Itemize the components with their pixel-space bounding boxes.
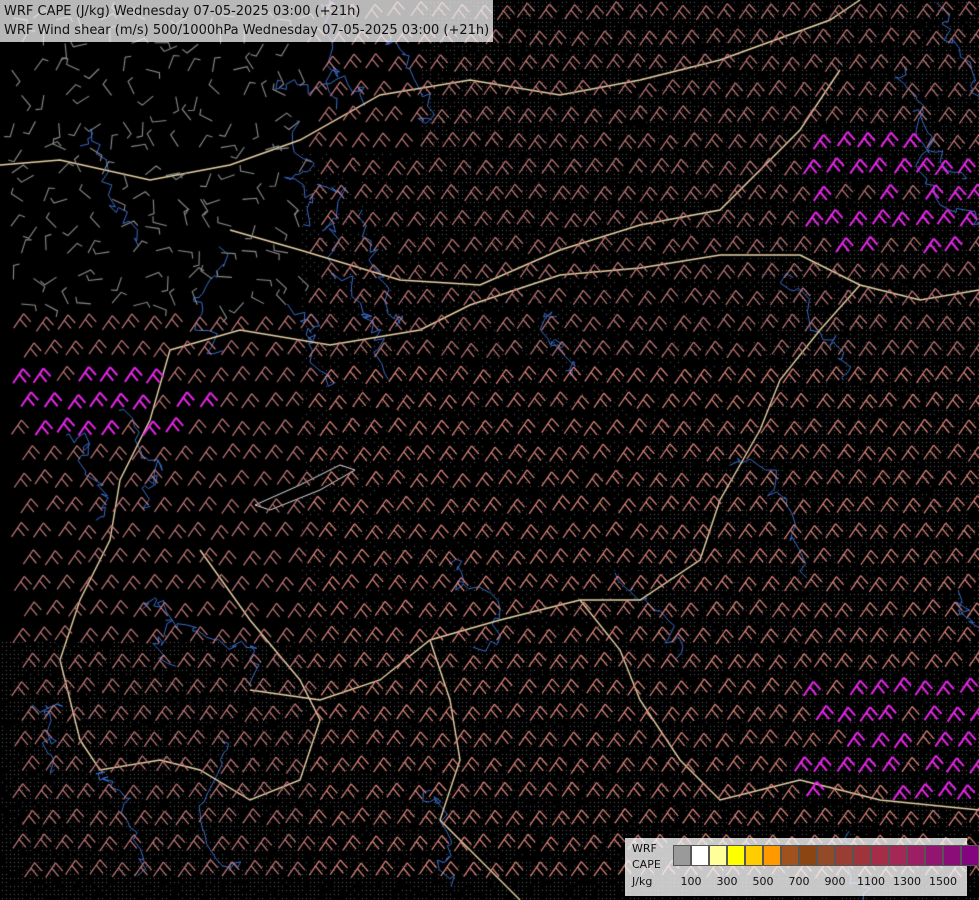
cape-legend: WRF CAPE J/kg 100 300 500 700 900 1100 1300 150… (625, 838, 979, 896)
legend-swatch (799, 845, 817, 866)
map-title-box: WRF CAPE (J/kg) Wednesday 07-05-2025 03:… (0, 0, 494, 42)
legend-swatch (943, 845, 961, 866)
legend-tick: 1100 (857, 875, 885, 888)
legend-unit-label: J/kg (632, 875, 653, 888)
legend-tick: 300 (716, 875, 738, 888)
legend-swatch (781, 845, 799, 866)
legend-tick: 100 (680, 875, 702, 888)
legend-swatch (763, 845, 781, 866)
legend-tick: 1300 (893, 875, 921, 888)
legend-swatch (889, 845, 907, 866)
legend-swatch (925, 845, 943, 866)
weather-map-canvas (0, 0, 979, 900)
cape-title: WRF CAPE (J/kg) Wednesday 07-05-2025 03:… (4, 4, 361, 19)
legend-model-label: WRF (632, 842, 657, 855)
legend-swatch (691, 845, 709, 866)
legend-swatch (745, 845, 763, 866)
legend-swatch (727, 845, 745, 866)
legend-swatch (907, 845, 925, 866)
legend-swatch (871, 845, 889, 866)
wind-shear-title: WRF Wind shear (m/s) 500/1000hPa Wednesd… (4, 23, 490, 38)
legend-variable-label: CAPE (632, 858, 661, 871)
legend-swatch (673, 845, 691, 866)
legend-swatch (853, 845, 871, 866)
legend-swatch (709, 845, 727, 866)
legend-tick: 900 (824, 875, 846, 888)
legend-tick: 700 (788, 875, 810, 888)
legend-swatch (961, 845, 979, 866)
legend-tick: 1500 (929, 875, 957, 888)
legend-swatch (817, 845, 835, 866)
legend-tick: 500 (752, 875, 774, 888)
legend-color-scale (673, 845, 979, 866)
legend-swatch (835, 845, 853, 866)
